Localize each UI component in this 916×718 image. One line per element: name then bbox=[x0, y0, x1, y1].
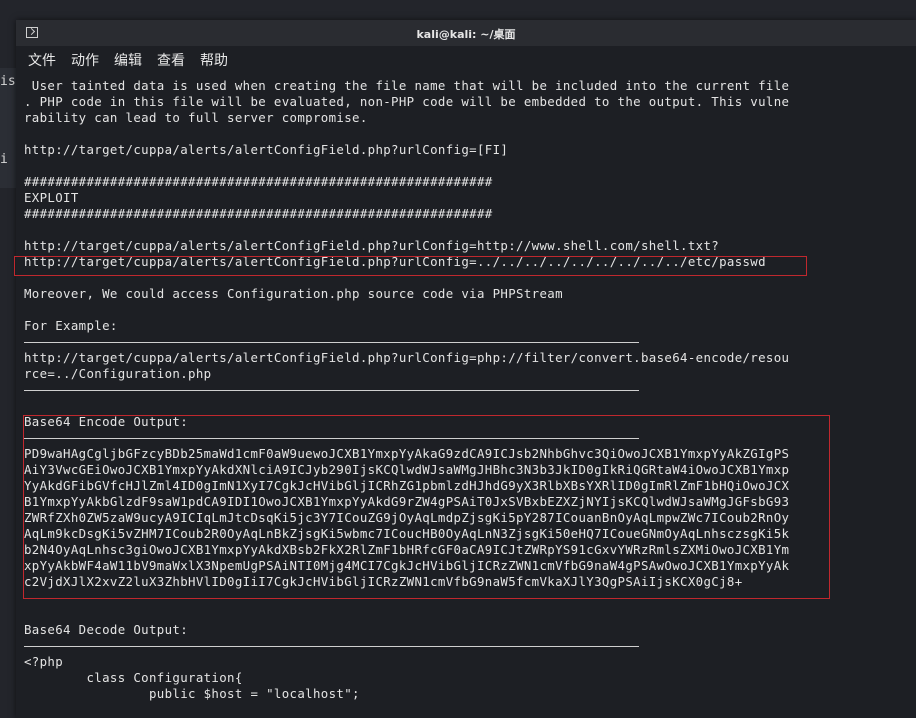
terminal-line: class Configuration{ bbox=[24, 670, 243, 685]
terminal-line: http://target/cuppa/alerts/alertConfigFi… bbox=[24, 350, 790, 365]
terminal-line: <?php bbox=[24, 654, 64, 669]
menu-edit[interactable]: 编辑 bbox=[114, 50, 142, 70]
separator-line bbox=[24, 382, 908, 398]
terminal-output[interactable]: User tainted data is used when creating … bbox=[24, 78, 908, 718]
window-title: kali@kali: ~/桌面 bbox=[416, 28, 516, 41]
separator-line bbox=[24, 334, 908, 350]
terminal-line: http://target/cuppa/alerts/alertConfigFi… bbox=[24, 142, 509, 157]
terminal-line: http://target/cuppa/alerts/alertConfigFi… bbox=[24, 238, 720, 253]
menu-help[interactable]: 帮助 bbox=[200, 50, 228, 70]
menu-bar: 文件 动作 编辑 查看 帮助 bbox=[16, 46, 916, 74]
menu-view[interactable]: 查看 bbox=[157, 50, 185, 70]
terminal-line: . PHP code in this file will be evaluate… bbox=[24, 94, 790, 109]
terminal-line: EXPLOIT bbox=[24, 190, 79, 205]
menu-file[interactable]: 文件 bbox=[28, 50, 56, 70]
terminal-line: User tainted data is used when creating … bbox=[24, 78, 790, 93]
highlight-box-base64 bbox=[23, 415, 830, 599]
separator-line bbox=[24, 638, 908, 654]
terminal-line: ########################################… bbox=[24, 206, 493, 221]
terminal-line: Moreover, We could access Configuration.… bbox=[24, 286, 563, 301]
terminal-window[interactable]: kali@kali: ~/桌面 文件 动作 编辑 查看 帮助 User tain… bbox=[14, 20, 916, 718]
terminal-line: public $host = "localhost"; bbox=[24, 686, 360, 701]
menu-action[interactable]: 动作 bbox=[71, 50, 99, 70]
terminal-line: rability can lead to full server comprom… bbox=[24, 110, 368, 125]
terminal-line: ########################################… bbox=[24, 174, 493, 189]
terminal-line: For Example: bbox=[24, 318, 118, 333]
title-bar[interactable]: kali@kali: ~/桌面 bbox=[16, 20, 916, 46]
terminal-line: rce=../Configuration.php bbox=[24, 366, 212, 381]
background-tab-label: is bbox=[0, 74, 16, 89]
terminal-line: Base64 Decode Output: bbox=[24, 622, 189, 637]
highlight-box-passwd bbox=[14, 256, 807, 276]
